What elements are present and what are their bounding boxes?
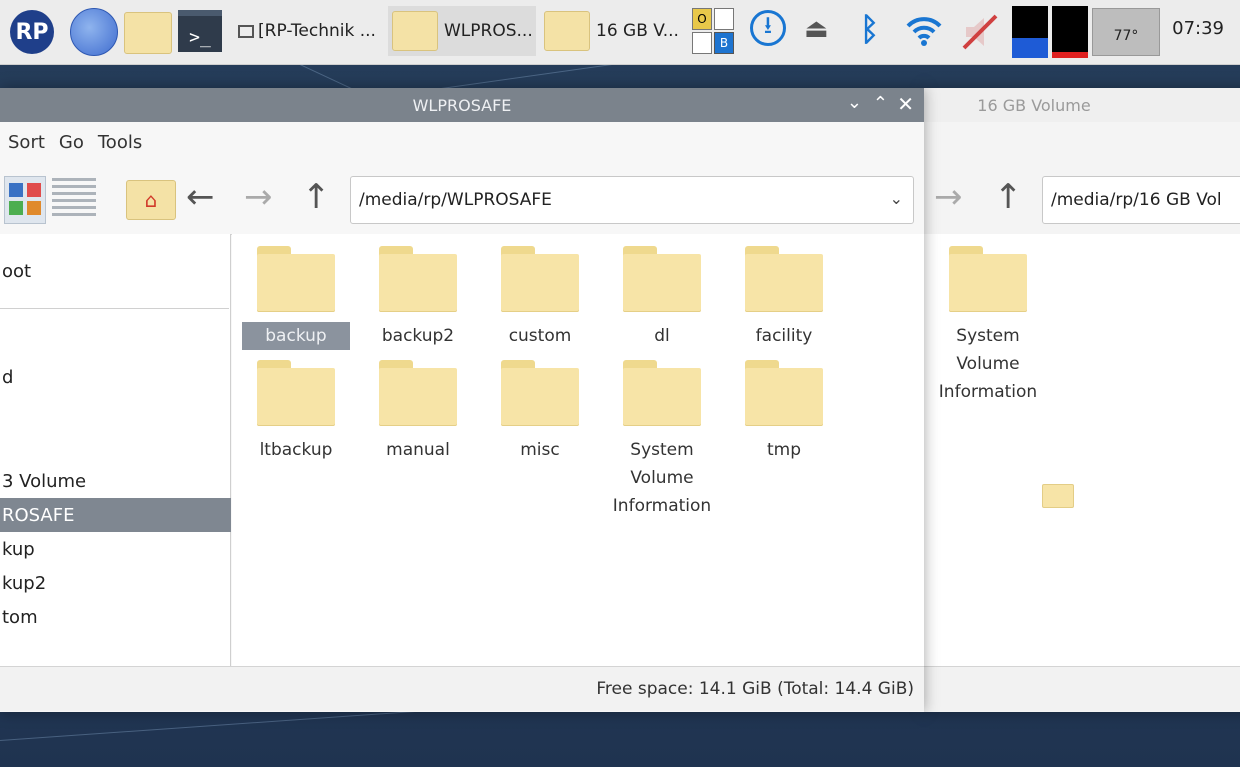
taskbar-item-16gb-volume[interactable]: 16 GB V... xyxy=(540,6,688,56)
back-arrow-icon[interactable]: ← xyxy=(186,180,215,214)
folder-label: misc xyxy=(520,440,560,460)
folder-label: facility xyxy=(755,326,813,346)
folder-icon xyxy=(623,360,701,426)
terminal-icon[interactable]: >_ xyxy=(178,10,222,52)
folder-icon xyxy=(379,246,457,312)
forward-arrow-icon[interactable]: → xyxy=(244,180,273,214)
raspberry-pi-menu-icon[interactable]: RP xyxy=(10,10,54,54)
sidebar-item[interactable]: d xyxy=(0,360,231,394)
free-space-text: Free space: 14.1 GiB (Total: 14.4 GiB) xyxy=(596,679,914,699)
bluetooth-icon[interactable]: ᛒ xyxy=(860,10,879,48)
forward-arrow-icon[interactable]: → xyxy=(934,180,963,214)
sidebar-item-custom[interactable]: tom xyxy=(0,600,231,634)
menu-bar: Sort Go Tools xyxy=(0,122,924,162)
window-title-bar[interactable]: WLPROSAFE ⌄ ⌃ ✕ xyxy=(0,88,924,122)
folder-icon xyxy=(745,246,823,312)
wifi-icon[interactable] xyxy=(904,10,944,50)
sidebar-divider xyxy=(0,308,229,309)
folder-label: backup xyxy=(242,322,350,350)
folder-icon xyxy=(623,246,701,312)
download-icon[interactable]: ⭳ xyxy=(750,10,786,46)
folder-label: tmp xyxy=(766,440,802,460)
browser-globe-icon[interactable] xyxy=(70,8,118,56)
cpu-graph-icon xyxy=(1012,6,1048,58)
list-view-icon[interactable] xyxy=(52,178,96,220)
taskbar-item-wlprosafe[interactable]: WLPROS... xyxy=(388,6,536,56)
keyboard-indicator-icon[interactable]: O B xyxy=(692,8,736,54)
home-icon[interactable]: ⌂ xyxy=(126,180,176,220)
status-bar: Free space: 14.1 GiB (Total: 14.4 GiB) xyxy=(0,666,924,711)
volume-muted-icon[interactable] xyxy=(960,12,1000,52)
sidebar-item-16gb-volume[interactable]: 3 Volume xyxy=(0,464,231,498)
window-title-bar[interactable]: 16 GB Volume xyxy=(924,88,1240,122)
folder-label: backup2 xyxy=(381,326,455,346)
toolbar: ⌂ ← → ↑ /media/rp/WLPROSAFE ⌄ xyxy=(0,162,924,235)
window-16gb-volume[interactable]: 16 GB Volume → ↑ /media/rp/16 GB Vol Sys… xyxy=(924,88,1240,712)
folder-icon xyxy=(257,246,335,312)
file-manager-icon[interactable] xyxy=(124,12,172,54)
keyboard-empty-indicator-2 xyxy=(692,32,712,54)
taskbar-item-terminal[interactable]: [RP-Technik ... xyxy=(234,6,384,56)
up-arrow-icon[interactable]: ↑ xyxy=(302,180,331,214)
window-icon xyxy=(238,24,254,38)
keyboard-b-indicator: B xyxy=(714,32,734,54)
folder-icon xyxy=(501,360,579,426)
sidebar-item-backup2[interactable]: kup2 xyxy=(0,566,231,600)
folder-icon xyxy=(501,246,579,312)
folder-icon xyxy=(949,246,1027,312)
folder-icon xyxy=(392,11,438,51)
path-bar[interactable]: /media/rp/WLPROSAFE ⌄ xyxy=(350,176,914,224)
folder-label: dl xyxy=(654,326,670,346)
clock[interactable]: 07:39 xyxy=(1172,18,1224,39)
status-bar xyxy=(924,666,1240,711)
folder-icon xyxy=(544,11,590,51)
memory-graph-icon xyxy=(1052,6,1088,58)
menu-go[interactable]: Go xyxy=(59,132,84,153)
sidebar-item[interactable]: oot xyxy=(0,254,231,288)
folder-icon xyxy=(379,360,457,426)
minimize-icon[interactable]: ⌄ xyxy=(847,92,862,113)
folder-label: manual xyxy=(386,440,450,460)
keyboard-o-indicator: O xyxy=(692,8,712,30)
menu-tools[interactable]: Tools xyxy=(98,132,142,153)
keyboard-empty-indicator xyxy=(714,8,734,30)
taskbar: RP >_ [RP-Technik ... WLPROS... 16 GB V.… xyxy=(0,0,1240,65)
folder-label: System Volume Information xyxy=(612,440,712,516)
file-pane: backup backup2 custom dl facility ltback… xyxy=(232,234,924,666)
toolbar: → ↑ /media/rp/16 GB Vol xyxy=(924,162,1240,235)
small-folder-icon xyxy=(1042,484,1074,508)
folder-label: custom xyxy=(508,326,572,346)
sidebar-item-backup[interactable]: kup xyxy=(0,532,231,566)
folder-label: ltbackup xyxy=(259,440,333,460)
close-icon[interactable]: ✕ xyxy=(897,92,914,116)
path-bar[interactable]: /media/rp/16 GB Vol xyxy=(1042,176,1240,224)
folder-icon xyxy=(745,360,823,426)
sidebar: oot d 3 Volume ROSAFE kup kup2 tom xyxy=(0,234,231,666)
path-dropdown-icon[interactable]: ⌄ xyxy=(890,189,903,208)
window-wlprosafe[interactable]: WLPROSAFE ⌄ ⌃ ✕ Sort Go Tools ⌂ ← → ↑ /m… xyxy=(0,88,924,712)
icon-view-icon[interactable] xyxy=(4,176,46,224)
folder-label: System Volume Information xyxy=(938,326,1038,402)
eject-icon[interactable]: ⏏ xyxy=(804,14,829,44)
temperature-indicator: 77° xyxy=(1092,8,1160,56)
file-pane: System Volume Information xyxy=(924,234,1240,666)
up-arrow-icon[interactable]: ↑ xyxy=(994,180,1023,214)
menu-sort[interactable]: Sort xyxy=(8,132,45,153)
sidebar-item-wlprosafe[interactable]: ROSAFE xyxy=(0,498,231,532)
folder-icon xyxy=(257,360,335,426)
maximize-icon[interactable]: ⌃ xyxy=(873,93,888,114)
